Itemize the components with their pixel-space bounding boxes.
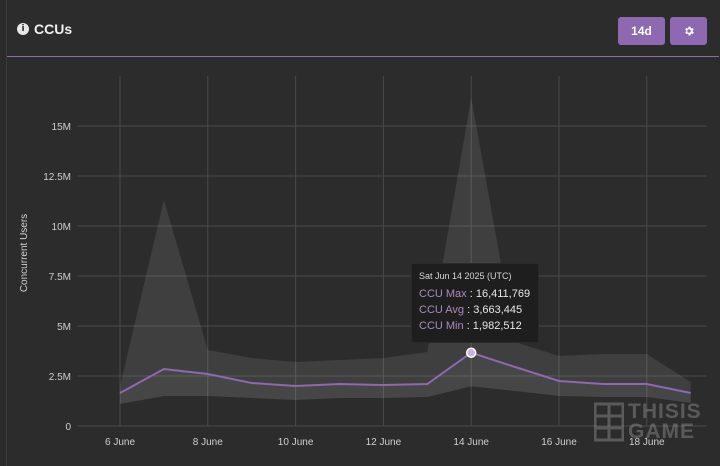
y-axis-label: Concurrent Users (19, 214, 30, 292)
x-tick-label: 8 June (193, 437, 223, 448)
tooltip-label: CCU Avg (419, 304, 465, 316)
y-tick-label: 7.5M (49, 272, 71, 283)
y-tick-label: 12.5M (43, 172, 71, 183)
highlighted-point (465, 347, 477, 358)
chart-tooltip: Sat Jun 14 2025 (UTC) CCU Max : 16,411,7… (411, 263, 539, 343)
watermark-logo: THISIS GAME (594, 400, 702, 443)
ccu-max-band (120, 97, 691, 404)
watermark-text: THISIS GAME (628, 400, 702, 443)
x-tick-label: 12 June (366, 437, 402, 448)
watermark-grid-icon (594, 402, 624, 442)
x-tick-label: 10 June (278, 437, 314, 448)
tooltip-label: CCU Min (419, 320, 464, 332)
y-tick-label: 2.5M (49, 372, 71, 383)
tooltip-date: Sat Jun 14 2025 (UTC) (419, 271, 512, 281)
y-tick-label: 10M (52, 222, 71, 233)
x-tick-label: 6 June (105, 437, 135, 448)
y-tick-label: 5M (57, 322, 71, 333)
tooltip-value: 1,982,512 (472, 320, 522, 332)
y-tick-label: 0 (65, 422, 71, 433)
watermark-line1: THISIS (628, 400, 702, 423)
tooltip-label: CCU Max (419, 288, 467, 300)
ccu-panel: i CCUs 14d 0 2.5M 5M 7.5M 10M 12.5M 15M 6 June 8… (6, 0, 719, 466)
tooltip-row-max: CCU Max : 16,411,769 (419, 288, 531, 300)
tooltip-value: 3,663,445 (473, 304, 523, 316)
tooltip-value: 16,411,769 (475, 288, 531, 300)
tooltip-row-avg: CCU Avg : 3,663,445 (419, 304, 523, 316)
watermark-line2: GAME (628, 420, 695, 443)
x-tick-label: 14 June (453, 437, 489, 448)
tooltip-row-min: CCU Min : 1,982,512 (419, 320, 522, 332)
y-tick-label: 15M (52, 122, 71, 133)
ccu-line-chart: 0 2.5M 5M 7.5M 10M 12.5M 15M 6 June 8 June 10 Jun… (19, 76, 707, 448)
x-tick-label: 16 June (541, 437, 577, 448)
